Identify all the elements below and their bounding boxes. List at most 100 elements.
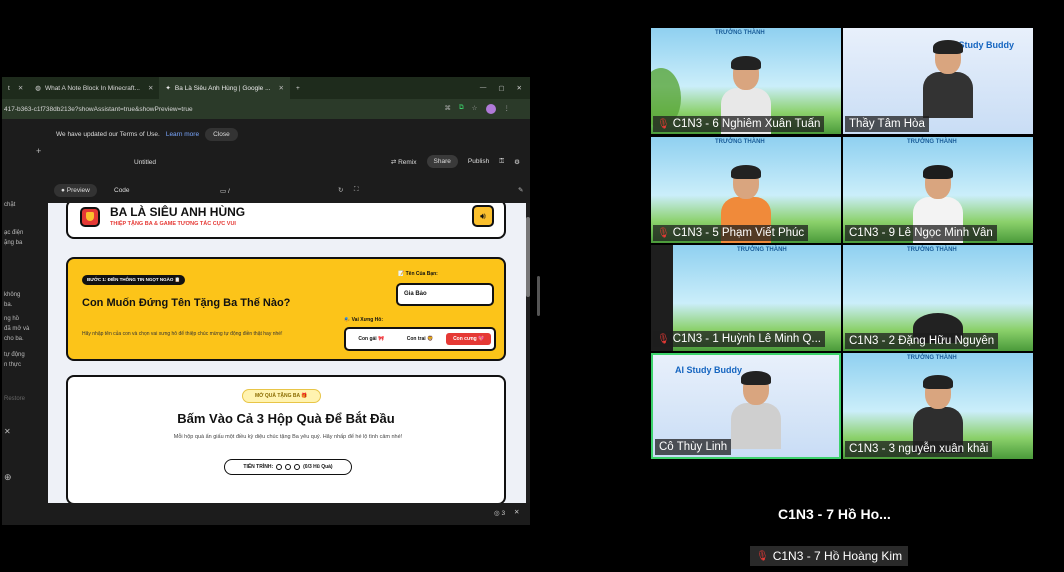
profile-avatar[interactable] [485, 104, 496, 114]
participant-nameplate: 🎙︎ C1N3 - 6 Nghiêm Xuân Tuấn [653, 116, 825, 132]
option-son[interactable]: Con trai 🦁 [398, 333, 443, 345]
name-input[interactable]: Gia Bảo [396, 283, 494, 306]
close-icon[interactable]: ✕ [279, 84, 284, 92]
tab-3[interactable]: ✦ Ba Là Siêu Anh Hùng | Google ... ✕ [159, 77, 290, 99]
close-icon[interactable]: ✕ [4, 427, 11, 436]
remix-label: Remix [398, 158, 417, 166]
key-icon[interactable]: ⚿ [499, 158, 504, 166]
progress-label: TIẾN TRÌNH: [243, 464, 274, 470]
url-text: 417-b363-c1f738db213e?showAssistant=true… [4, 105, 193, 113]
progress-count: (0/3 Hũ Quà) [303, 464, 333, 470]
minimize-icon[interactable]: — [480, 84, 487, 92]
view-toolbar: ● Preview Code ▭ / ↻ ⛶ ✎ [48, 177, 530, 203]
banner-logo: TRƯỞNG THÀNH [715, 139, 765, 145]
tab-label: t [8, 84, 10, 92]
video-tile[interactable]: TRƯỞNG THÀNH C1N3 - 3 nguyễn xuân khải [843, 353, 1033, 459]
address-bar[interactable]: 417-b363-c1f738db213e?showAssistant=true… [2, 99, 530, 119]
comment-icon[interactable]: ◎ 3 [494, 509, 505, 517]
tab-label: What A Note Block In Minecraft... [44, 84, 140, 92]
remix-button[interactable]: ⇄ Remix [391, 158, 417, 166]
learn-more-link[interactable]: Learn more [166, 131, 199, 138]
scrollbar[interactable] [526, 217, 530, 297]
edit-icon[interactable]: ✎ [518, 186, 523, 194]
extension-icon[interactable]: ⧉ [459, 104, 464, 114]
video-tile[interactable]: AI Study Buddy Thầy Tâm Hòa [843, 28, 1033, 134]
close-window-icon[interactable]: ✕ [517, 84, 522, 92]
tab-2[interactable]: ◍ What A Note Block In Minecraft... ✕ [29, 77, 159, 99]
participant-nameplate: 🎙︎ C1N3 - 5 Phạm Viết Phúc [653, 225, 809, 241]
globe-icon: ◍ [35, 85, 41, 92]
video-tile[interactable]: TRƯỞNG THÀNH 🎙︎ C1N3 - 5 Phạm Viết Phúc [651, 137, 841, 243]
close-icon[interactable]: ✕ [514, 508, 519, 516]
participant-nameplate: Cô Thùy Linh [655, 439, 732, 455]
gift-card: MỞ QUÀ TẶNG BA 🎁 Bấm Vào Cả 3 Hộp Quà Để… [66, 375, 506, 503]
tab-1[interactable]: t ✕ [2, 77, 29, 99]
mic-off-icon: 🎙︎ [657, 227, 670, 239]
banner-logo: TRƯỞNG THÀNH [715, 30, 765, 36]
mic-off-icon: 🎙︎ [657, 333, 670, 345]
tab-label: Ba Là Siêu Anh Hùng | Google ... [174, 84, 271, 92]
chat-panel: + chặt ạc điện ặng ba không ba. ng hồ đã… [2, 147, 48, 525]
option-daughter[interactable]: Con gái 🎀 [349, 333, 394, 345]
call-selector: Con gái 🎀 Con trai 🦁 Con cưng 💖 [344, 327, 496, 351]
close-icon[interactable]: ✕ [148, 84, 153, 92]
video-tile[interactable]: TRƯỞNG THÀNH 🎙︎ C1N3 - 6 Nghiêm Xuân Tuấn [651, 28, 841, 134]
close-icon[interactable]: ✕ [18, 84, 23, 92]
participant-nameplate[interactable]: 🎙︎ C1N3 - 7 Hồ Hoàng Kim [750, 546, 909, 566]
bottom-bar: ◎ 3 ✕ [2, 503, 530, 525]
add-circle-icon[interactable]: ⊕ [4, 473, 12, 482]
banner-logo: TRƯỞNG THÀNH [907, 355, 957, 361]
sound-button[interactable]: 🔊︎ [472, 205, 494, 227]
option-beloved[interactable]: Con cưng 💖 [446, 333, 492, 345]
terms-notice: We have updated our Terms of Use. Learn … [2, 119, 530, 149]
refresh-icon[interactable]: ↻ [338, 186, 343, 194]
participant-name: C1N3 - 6 Nghiêm Xuân Tuấn [672, 118, 821, 130]
step-badge: BƯỚC 1: ĐIỀN THÔNG TIN NGỌT NGÀO 📋 [82, 275, 186, 285]
preview-tab[interactable]: ● Preview [54, 184, 97, 197]
settings-icon[interactable]: ⚙ [514, 158, 520, 166]
chat-text: chặt [4, 202, 16, 208]
banner-logo: TRƯỞNG THÀNH [907, 247, 957, 253]
participant-nameplate: C1N3 - 9 Lê Ngọc Minh Vân [845, 225, 997, 241]
participant-video [923, 40, 973, 118]
menu-icon[interactable]: ⋮ [504, 104, 511, 114]
video-tile-active-speaker[interactable]: AI Study Buddy Cô Thùy Linh [651, 353, 841, 459]
new-tab-button[interactable]: + [290, 77, 306, 99]
participant-nameplate: C1N3 - 3 nguyễn xuân khải [845, 441, 993, 457]
project-title[interactable]: Untitled [134, 159, 156, 166]
screen: t ✕ ◍ What A Note Block In Minecraft... ✕ ✦… [0, 0, 1064, 572]
video-tile[interactable]: TRƯỞNG THÀNH C1N3 - 2 Đặng Hữu Nguyên [843, 245, 1033, 351]
chat-text: ba. [4, 302, 13, 308]
add-icon[interactable]: + [36, 147, 41, 156]
video-tile[interactable]: TRƯỞNG THÀNH C1N3 - 9 Lê Ngọc Minh Vân [843, 137, 1033, 243]
participant-name: C1N3 - 9 Lê Ngọc Minh Vân [849, 227, 993, 239]
progress-dot [294, 464, 301, 470]
path-field[interactable]: ▭ / [220, 187, 230, 195]
mic-off-icon: 🎙︎ [657, 118, 670, 130]
participant-nameplate: C1N3 - 2 Đặng Hữu Nguyên [845, 333, 999, 349]
chat-text: ạc điện [4, 230, 24, 236]
maximize-icon[interactable]: ▢ [498, 84, 504, 92]
participant-name: Cô Thùy Linh [659, 441, 728, 453]
preview-label: Preview [66, 187, 90, 194]
restore-button[interactable]: Restore [4, 395, 25, 404]
participant-nameplate: Thầy Tâm Hòa [845, 116, 929, 132]
chat-text: ặng ba [4, 240, 23, 246]
panel-divider[interactable] [537, 276, 540, 316]
publish-button[interactable]: Publish [468, 158, 489, 165]
participant-name: C1N3 - 7 Hồ Hoàng Kim [772, 549, 903, 563]
progress-dot [285, 464, 292, 470]
fullscreen-icon[interactable]: ⛶ [354, 186, 359, 194]
participant-name: Thầy Tâm Hòa [849, 118, 925, 130]
form-description: Hãy nhập tên của con và chọn vai xưng hô… [82, 331, 283, 337]
code-tab[interactable]: Code [114, 187, 130, 194]
call-label: 🎭 Vai Xưng Hô: [344, 317, 384, 323]
banner-logo: TRƯỞNG THÀNH [737, 247, 787, 253]
page-title: BA LÀ SIÊU ANH HÙNG [110, 205, 246, 219]
star-icon[interactable]: ☆ [472, 104, 478, 114]
chat-text: cho ba. [4, 336, 24, 342]
participant-name: C1N3 - 3 nguyễn xuân khải [849, 443, 989, 455]
share-button[interactable]: Share [426, 155, 458, 168]
close-button[interactable]: Close [205, 127, 238, 141]
translate-icon[interactable]: ⌘ [445, 104, 452, 114]
